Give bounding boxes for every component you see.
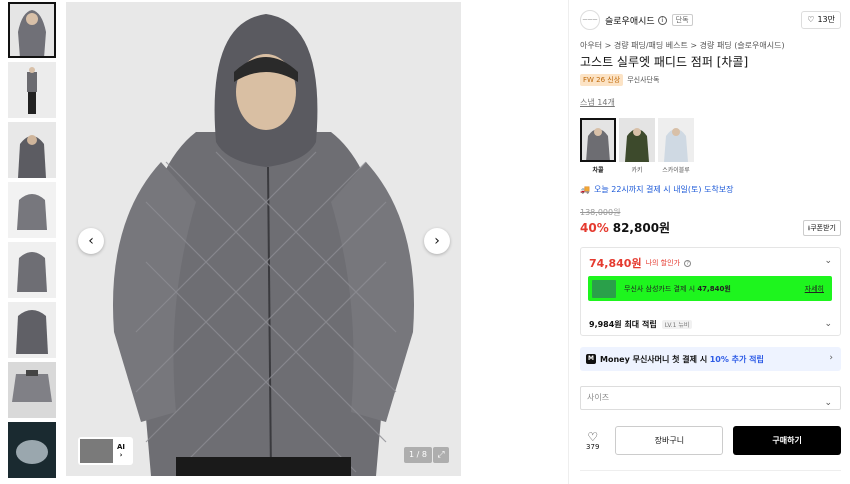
coupon-button[interactable]: ⭳쿠폰받기 xyxy=(802,220,841,236)
color-option-khaki[interactable]: 카키 xyxy=(619,118,655,174)
my-price-label: 나의 할인가 xyxy=(645,259,681,267)
thumbnail-4[interactable] xyxy=(8,182,56,238)
chevron-left-icon: ‹ xyxy=(88,233,94,249)
price-row: 40% 82,800원 xyxy=(580,219,841,236)
color-options: 차콜 카키 스카이블루 xyxy=(580,118,841,174)
info-icon[interactable]: i xyxy=(657,15,667,25)
truck-icon: 🚚 xyxy=(580,185,590,194)
brand-logo[interactable]: ——— xyxy=(580,10,600,30)
color-option-skyblue[interactable]: 스카이블루 xyxy=(658,118,694,174)
prev-image-button[interactable]: ‹ xyxy=(78,228,104,254)
page-indicator: 1 / 8 xyxy=(404,447,432,463)
color-swatch xyxy=(619,118,655,162)
buy-now-button[interactable]: 구매하기 xyxy=(733,426,841,455)
badge-row: FW 26 신상 무신사단독 xyxy=(580,74,841,86)
product-photo xyxy=(66,2,461,476)
product-title: 고스트 실루엣 패디드 점퍼 [차콜] xyxy=(580,55,749,69)
mini-preview-image xyxy=(80,439,113,463)
wishlist-count: 379 xyxy=(586,442,600,451)
card-detail-link[interactable]: 자세히 xyxy=(805,284,824,294)
heart-icon: ♡ xyxy=(587,429,599,444)
money-banner[interactable]: M Money 무신사머니 첫 결제 시 10% 추가 적립 › xyxy=(580,347,841,371)
brand-like-count: 13만 xyxy=(817,15,835,24)
thumbnail-7[interactable] xyxy=(8,362,56,418)
color-option-charcoal[interactable]: 차콜 xyxy=(580,118,616,174)
color-label: 카키 xyxy=(631,167,643,174)
exclusive-tag: 단독 xyxy=(671,14,693,26)
breadcrumb[interactable]: 아우터 > 경량 패딩/패딩 베스트 > 경량 패딩 (슬로우애시드) xyxy=(580,40,841,51)
snap-link[interactable]: 스냅 14개 xyxy=(580,97,841,108)
sale-price: 82,800원 xyxy=(612,221,671,235)
money-text: Money 무신사머니 첫 결제 시 10% 추가 적립 xyxy=(600,354,764,364)
benefit-box: 74,840원 나의 할인가 ? ⌄ 무신사 삼성카드 결제 시 47,840원… xyxy=(580,247,841,336)
card-promo-text: 무신사 삼성카드 결제 시 47,840원 xyxy=(624,284,731,293)
my-price: 74,840원 xyxy=(589,257,642,270)
color-label: 스카이블루 xyxy=(662,167,690,174)
chevron-down-icon: ⌄ xyxy=(824,398,832,408)
money-icon: M xyxy=(586,354,596,364)
discount-percent: 40% xyxy=(580,221,609,235)
level-badge: LV.1 뉴비 xyxy=(661,320,693,329)
thumbnail-2[interactable] xyxy=(8,62,56,118)
ai-preview-strip[interactable]: AI › xyxy=(78,437,133,465)
color-label: 차콜 xyxy=(592,167,604,174)
delivery-text: 오늘 22시까지 결제 시 내일(토) 도착보장 xyxy=(593,185,734,194)
thumbnail-6[interactable] xyxy=(8,302,56,358)
thumbnail-3[interactable] xyxy=(8,122,56,178)
thumbnail-5[interactable] xyxy=(8,242,56,298)
main-product-image: ‹ › AI › 1 / 8 ⤢ xyxy=(66,2,461,476)
divider xyxy=(580,470,841,471)
ai-label: AI › xyxy=(117,443,126,459)
thumbnail-list xyxy=(8,2,56,482)
chevron-down-icon[interactable]: ⌄ xyxy=(824,319,832,329)
product-info-panel: ——— 슬로우애시드 i 단독 ♡ 13만 아우터 > 경량 패딩/패딩 베스트… xyxy=(568,0,850,484)
help-icon[interactable]: ? xyxy=(684,259,692,267)
size-placeholder: 사이즈 xyxy=(587,393,610,402)
brand-name[interactable]: 슬로우애시드 xyxy=(605,14,655,27)
chevron-right-icon: › xyxy=(829,353,833,363)
season-badge: FW 26 신상 xyxy=(580,74,624,86)
heart-icon: ♡ xyxy=(807,15,815,24)
points-row[interactable]: 9,984원 최대 적립 LV.1 뉴비 xyxy=(589,319,693,330)
next-image-button[interactable]: › xyxy=(424,228,450,254)
color-swatch xyxy=(580,118,616,162)
size-select[interactable]: 사이즈 ⌄ xyxy=(580,386,841,410)
brand-row: ——— 슬로우애시드 i 단독 ♡ 13만 xyxy=(580,8,841,32)
thumbnail-8[interactable] xyxy=(8,422,56,478)
color-swatch xyxy=(658,118,694,162)
my-price-row[interactable]: 74,840원 나의 할인가 ? xyxy=(589,255,692,271)
card-image xyxy=(592,279,616,298)
points-text: 9,984원 최대 적립 xyxy=(589,320,657,329)
add-to-cart-button[interactable]: 장바구니 xyxy=(615,426,724,455)
brand-like-button[interactable]: ♡ 13만 xyxy=(801,11,841,29)
action-bar: ♡ 379 장바구니 구매하기 xyxy=(580,426,841,455)
expand-icon[interactable]: ⤢ xyxy=(433,447,449,463)
thumbnail-1[interactable] xyxy=(8,2,56,58)
wishlist-button[interactable]: ♡ 379 xyxy=(580,431,605,451)
exclusive-badge: 무신사단독 xyxy=(627,76,660,84)
card-promo-banner[interactable]: 무신사 삼성카드 결제 시 47,840원 자세히 xyxy=(588,276,832,301)
chevron-right-icon: › xyxy=(434,233,440,249)
delivery-info: 🚚 오늘 22시까지 결제 시 내일(토) 도착보장 xyxy=(580,184,841,195)
chevron-down-icon[interactable]: ⌄ xyxy=(824,256,832,266)
original-price: 138,000원 xyxy=(580,208,621,217)
